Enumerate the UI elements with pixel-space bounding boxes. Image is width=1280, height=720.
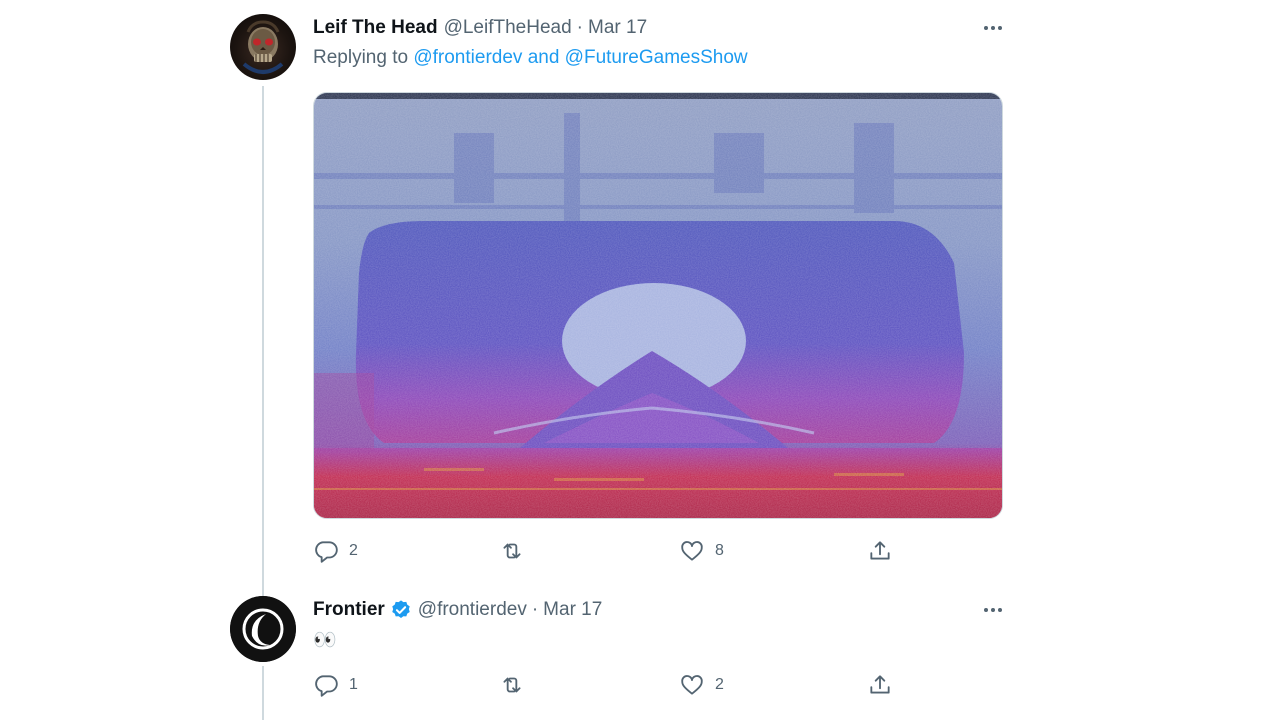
more-dots-icon	[998, 26, 1002, 30]
retweet-icon	[503, 677, 521, 693]
display-name[interactable]: Leif The Head	[313, 17, 438, 39]
replying-to-line: Replying to @frontierdev and @FutureGame…	[313, 44, 1013, 72]
like-button[interactable]: 2	[679, 670, 724, 700]
reply-icon	[315, 675, 338, 697]
share-button[interactable]	[867, 670, 893, 700]
thread-connector-line-bottom	[262, 666, 264, 720]
retweet-icon	[503, 543, 521, 559]
user-handle[interactable]: @LeifTheHead	[444, 17, 572, 39]
reply-button[interactable]: 1	[313, 670, 358, 700]
thread-connector-line	[262, 86, 264, 596]
heart-icon	[681, 541, 703, 561]
frontier-logo-icon	[230, 596, 296, 662]
like-count: 8	[715, 542, 724, 559]
tweet-actions: 2 8	[313, 536, 913, 566]
mention-frontierdev-link[interactable]: @frontierdev	[413, 47, 522, 68]
tweet-leif[interactable]: Leif The Head @LeifTheHead · Mar 17 Repl…	[313, 14, 1013, 563]
more-options-button[interactable]	[973, 598, 1013, 622]
tweet-actions: 1 2	[313, 670, 913, 700]
share-icon	[870, 675, 890, 694]
tweet-text: 👀	[313, 630, 337, 651]
like-count: 2	[715, 676, 724, 693]
retweet-button[interactable]	[499, 670, 535, 700]
spectrogram-image-icon	[314, 93, 1002, 518]
avatar[interactable]	[230, 596, 296, 662]
share-icon	[870, 541, 890, 560]
more-dots-icon	[991, 26, 995, 30]
tweet-frontier[interactable]: Frontier @frontierdev · Mar 17 👀 1 2	[313, 596, 1013, 697]
tweet-header: Frontier @frontierdev · Mar 17	[313, 596, 1013, 624]
separator-dot: ·	[531, 599, 539, 620]
more-options-button[interactable]	[973, 16, 1013, 40]
like-button[interactable]: 8	[679, 536, 724, 566]
share-button[interactable]	[867, 536, 893, 566]
spectrogram-image[interactable]	[313, 92, 1003, 519]
replying-prefix: Replying to	[313, 47, 409, 68]
mention-futuregamesshow-link[interactable]: @FutureGamesShow	[565, 47, 748, 68]
reply-icon	[315, 541, 338, 563]
verified-badge-icon	[392, 600, 410, 618]
display-name[interactable]: Frontier	[313, 599, 385, 621]
user-handle[interactable]: @frontierdev	[418, 599, 527, 621]
reply-count: 1	[349, 676, 358, 693]
more-dots-icon	[998, 608, 1002, 612]
reply-button[interactable]: 2	[313, 536, 358, 566]
avatar[interactable]	[230, 14, 296, 80]
tweet-header: Leif The Head @LeifTheHead · Mar 17	[313, 14, 1013, 42]
skull-avatar-icon	[242, 20, 284, 74]
more-dots-icon	[991, 608, 995, 612]
separator-dot: ·	[576, 17, 583, 38]
more-dots-icon	[984, 608, 988, 612]
tweet-date[interactable]: Mar 17	[543, 599, 602, 621]
more-dots-icon	[984, 26, 988, 30]
replying-conjunction: and	[527, 47, 560, 68]
tweet-date[interactable]: Mar 17	[588, 17, 647, 39]
reply-count: 2	[349, 542, 358, 559]
retweet-button[interactable]	[499, 536, 535, 566]
heart-icon	[681, 675, 703, 695]
